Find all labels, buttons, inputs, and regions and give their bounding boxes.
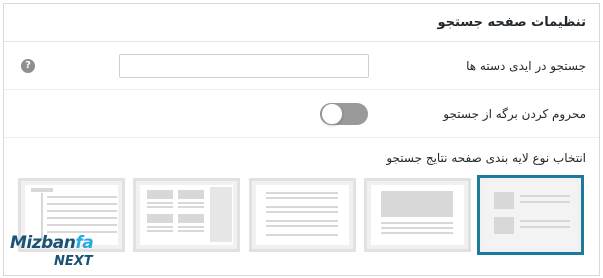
layout-preview — [140, 185, 233, 245]
category-search-row: جستجو در ایدی دسته ها ? — [4, 42, 599, 90]
panel-header: تنظیمات صفحه جستجو — [4, 4, 599, 42]
toggle-knob — [321, 103, 343, 125]
layout-option-two-column-grid[interactable] — [133, 178, 240, 252]
layout-selector-label: انتخاب نوع لایه بندی صفحه نتایج جستجو — [386, 151, 586, 165]
question-icon[interactable]: ? — [21, 59, 35, 73]
category-ids-input[interactable] — [119, 54, 369, 78]
exclude-page-row: محروم کردن برگه از جستجو — [4, 90, 599, 138]
exclude-page-label: محروم کردن برگه از جستجو — [443, 106, 586, 121]
layout-preview — [371, 185, 464, 245]
logo-brand: Mizbanfa — [10, 233, 94, 253]
layout-option-featured-image-list[interactable] — [364, 178, 471, 252]
logo-sub: NEXT — [54, 254, 93, 269]
category-search-label: جستجو در ایدی دسته ها — [466, 58, 586, 73]
mizbanfa-watermark-logo: Mizbanfa NEXT — [4, 231, 104, 273]
panel-title: تنظیمات صفحه جستجو — [437, 15, 586, 30]
layout-preview — [256, 185, 349, 245]
exclude-page-toggle[interactable] — [320, 103, 368, 125]
layout-option-text-list[interactable] — [249, 178, 356, 252]
layout-option-grid-thumbnails[interactable] — [477, 175, 584, 255]
layout-preview — [484, 182, 577, 248]
